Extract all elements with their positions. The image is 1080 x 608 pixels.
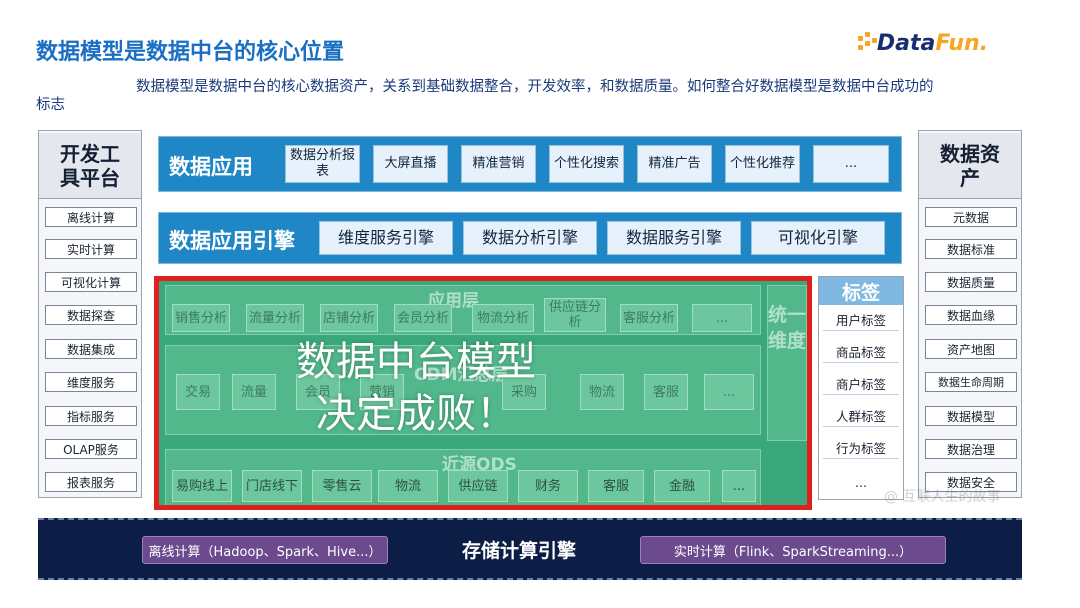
data-asset-item: 数据治理	[925, 439, 1017, 459]
dev-tool-item: 实时计算	[45, 239, 137, 259]
offline-compute-pill: 离线计算（Hadoop、Spark、Hive...）	[142, 536, 388, 564]
logo-dots-icon	[858, 32, 877, 54]
engine-item: 维度服务引擎	[319, 221, 453, 255]
layer-app-item: 供应链分析	[544, 298, 606, 332]
overlay-line-2: 决定成败！	[316, 391, 516, 437]
application-layer: 应用层 销售分析 流量分析 店铺分析 会员分析 物流分析 供应链分析 客服分析 …	[165, 285, 761, 335]
tag-item: 人群标签	[823, 405, 899, 427]
layer-ods-item: ...	[722, 470, 756, 502]
data-app-engine-label: 数据应用引擎	[169, 229, 295, 253]
dev-tools-column: 开发工具平台 离线计算 实时计算 可视化计算 数据探查 数据集成 维度服务 指标…	[38, 130, 142, 498]
tag-item: 商户标签	[823, 373, 899, 395]
data-app-item: 数据分析报表	[285, 145, 360, 183]
core-overlay-text: 数据中台模型 决定成败！	[216, 336, 616, 440]
data-asset-item: 资产地图	[925, 339, 1017, 359]
layer-app-item: ...	[692, 304, 752, 332]
dev-tool-item: 报表服务	[45, 472, 137, 492]
engine-item: 数据服务引擎	[607, 221, 741, 255]
layer-app-item: 店铺分析	[320, 304, 378, 332]
engine-item: 数据分析引擎	[463, 221, 597, 255]
data-asset-item: 数据模型	[925, 406, 1017, 426]
data-asset-item: 数据标准	[925, 239, 1017, 259]
realtime-compute-pill: 实时计算（Flink、SparkStreaming...）	[640, 536, 946, 564]
unified-dimension: 统一维度	[767, 285, 807, 441]
data-assets-title: 数据资产	[919, 133, 1021, 199]
layer-mid-item: ...	[704, 374, 754, 410]
layer-ods-item: 客服	[588, 470, 644, 502]
data-app-engine-band: 数据应用引擎 维度服务引擎 数据分析引擎 数据服务引擎 可视化引擎	[158, 212, 902, 264]
data-application-band: 数据应用 数据分析报表 大屏直播 精准营销 个性化搜索 精准广告 个性化推荐 .…	[158, 136, 902, 192]
storage-compute-engine: 离线计算（Hadoop、Spark、Hive...） 存储计算引擎 实时计算（F…	[38, 518, 1022, 580]
layer-ods-item: 供应链	[448, 470, 508, 502]
layer-ods-item: 易购线上	[172, 470, 232, 502]
tags-title: 标签	[819, 277, 903, 305]
architecture-diagram: 开发工具平台 离线计算 实时计算 可视化计算 数据探查 数据集成 维度服务 指标…	[38, 130, 1022, 580]
layer-app-item: 物流分析	[472, 304, 534, 332]
layer-ods-item: 零售云	[312, 470, 372, 502]
ods-layer: 近源ODS 易购线上 门店线下 零售云 物流 供应链 财务 客服 金融 ...	[165, 449, 761, 505]
data-app-item: 个性化推荐	[725, 145, 800, 183]
dev-tool-item: 维度服务	[45, 372, 137, 392]
layer-app-item: 会员分析	[394, 304, 452, 332]
layer-app-item: 客服分析	[620, 304, 678, 332]
data-application-label: 数据应用	[169, 155, 253, 179]
description: 数据模型是数据中台的核心数据资产，关系到基础数据整合，开发效率，和数据质量。如何…	[36, 79, 934, 113]
engine-item: 可视化引擎	[751, 221, 885, 255]
dev-tool-item: 数据探查	[45, 305, 137, 325]
tag-item: 用户标签	[823, 309, 899, 331]
data-asset-item: 数据生命周期	[925, 372, 1017, 392]
tag-item: 行为标签	[823, 437, 899, 459]
layer-ods-item: 财务	[518, 470, 578, 502]
tags-panel: 标签 用户标签 商品标签 商户标签 人群标签 行为标签 ...	[818, 276, 904, 500]
tag-item: 商品标签	[823, 341, 899, 363]
data-app-item: 个性化搜索	[549, 145, 624, 183]
dev-tools-title: 开发工具平台	[39, 133, 141, 199]
data-asset-item: 数据血缘	[925, 305, 1017, 325]
overlay-line-1: 数据中台模型	[296, 339, 536, 385]
data-assets-column: 数据资产 元数据 数据标准 数据质量 数据血缘 资产地图 数据生命周期 数据模型…	[918, 130, 1022, 498]
data-app-item: ...	[813, 145, 889, 183]
dev-tool-item: 可视化计算	[45, 272, 137, 292]
layer-ods-item: 门店线下	[242, 470, 302, 502]
layer-ods-item: 金融	[654, 470, 710, 502]
layer-mid-item: 客服	[644, 374, 688, 410]
data-app-item: 大屏直播	[373, 145, 448, 183]
data-asset-item: 元数据	[925, 207, 1017, 227]
dev-tool-item: 指标服务	[45, 406, 137, 426]
layer-mid-item: 交易	[176, 374, 220, 410]
data-app-item: 精准营销	[461, 145, 536, 183]
dev-tool-item: OLAP服务	[45, 439, 137, 459]
logo-text: DataFun.	[876, 30, 988, 56]
storage-compute-label: 存储计算引擎	[462, 540, 577, 562]
dev-tool-item: 数据集成	[45, 339, 137, 359]
watermark: @ 互联人生的故事	[884, 489, 1001, 505]
datafun-logo: DataFun.	[858, 28, 988, 58]
page-title: 数据模型是数据中台的核心位置	[36, 40, 345, 65]
data-asset-item: 数据质量	[925, 272, 1017, 292]
dev-tool-item: 离线计算	[45, 207, 137, 227]
layer-ods-item: 物流	[378, 470, 438, 502]
layer-app-item: 销售分析	[172, 304, 230, 332]
data-app-item: 精准广告	[637, 145, 712, 183]
layer-app-item: 流量分析	[246, 304, 304, 332]
